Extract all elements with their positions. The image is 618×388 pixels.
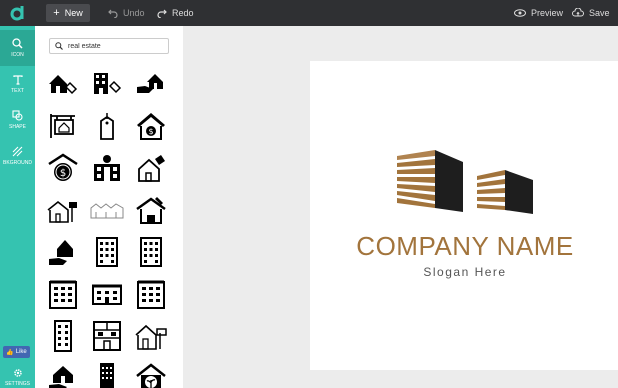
sidebar-item-icon[interactable]: ICON: [0, 30, 35, 66]
roof-dollar-coin-icon[interactable]: $: [45, 152, 81, 184]
key-tag-icon[interactable]: [89, 110, 125, 142]
sidebar-item-label: ICON: [11, 52, 24, 58]
facebook-like-button[interactable]: 👍 Like: [3, 346, 30, 358]
slogan-text[interactable]: Slogan Here: [350, 265, 580, 279]
undo-icon: [108, 9, 118, 18]
sidebar-item-background[interactable]: BKGROUND: [0, 138, 35, 174]
sidebar-item-shape[interactable]: SHAPE: [0, 102, 35, 138]
redo-button[interactable]: Redo: [157, 4, 194, 22]
text-icon: [12, 74, 23, 85]
thumbs-up-icon: 👍: [6, 349, 14, 356]
wide-building-icon[interactable]: [89, 278, 125, 310]
sidebar-item-text[interactable]: TEXT: [0, 66, 35, 102]
building-tag-icon[interactable]: [89, 68, 125, 100]
search-icon: [12, 38, 23, 49]
house-in-hand-icon[interactable]: [45, 236, 81, 268]
shop-building-icon[interactable]: [89, 320, 125, 352]
shape-icon: [12, 110, 23, 121]
new-label: New: [64, 8, 83, 18]
background-icon: [12, 146, 23, 157]
house-plant-icon[interactable]: [133, 362, 169, 388]
plus-icon: +: [53, 7, 60, 19]
new-button[interactable]: + New: [46, 4, 90, 22]
search-input[interactable]: [68, 42, 163, 50]
preview-button[interactable]: Preview: [514, 4, 563, 22]
tall-building-icon[interactable]: [133, 278, 169, 310]
sidebar-item-label: BKGROUND: [3, 160, 32, 166]
gear-icon: [13, 368, 22, 377]
townhouses-outline-icon[interactable]: [89, 194, 125, 226]
eye-icon: [514, 9, 526, 17]
preview-label: Preview: [531, 8, 564, 18]
house-sign-icon[interactable]: [45, 194, 81, 226]
tool-sidebar: ICON TEXT SHAPE BKGROUND 👍 Like SETTINGS: [0, 26, 35, 388]
house-for-sale-icon[interactable]: [133, 320, 169, 352]
house-hand-icon[interactable]: [133, 68, 169, 100]
logo-icon: [10, 6, 23, 21]
company-name-text[interactable]: COMPANY NAME: [350, 231, 580, 262]
skyscraper-icon[interactable]: [89, 362, 125, 388]
redo-icon: [157, 9, 167, 18]
narrow-building-icon[interactable]: [45, 320, 81, 352]
real-estate-sign-icon[interactable]: [45, 110, 81, 142]
undo-label: Undo: [123, 8, 145, 18]
undo-button[interactable]: Undo: [108, 4, 145, 22]
apartment-building-icon[interactable]: [89, 236, 125, 268]
house-in-hand-icon[interactable]: [45, 362, 81, 388]
company-logo-graphic[interactable]: [395, 148, 545, 218]
save-label: Save: [589, 8, 610, 18]
small-building-stripes: [477, 170, 533, 214]
house-hammer-icon[interactable]: [133, 194, 169, 226]
sidebar-item-label: SETTINGS: [4, 380, 30, 387]
design-canvas[interactable]: COMPANY NAME Slogan Here: [310, 61, 618, 370]
cloud-upload-icon: [572, 8, 584, 17]
bank-building-icon[interactable]: [89, 152, 125, 184]
app-logo[interactable]: [0, 0, 35, 26]
save-button[interactable]: Save: [572, 4, 610, 22]
icon-panel: $ $: [35, 26, 183, 388]
tall-building-icon[interactable]: [45, 278, 81, 310]
sidebar-item-label: TEXT: [11, 87, 24, 94]
like-label: Like: [15, 349, 27, 355]
sidebar-item-label: SHAPE: [9, 124, 26, 130]
search-box[interactable]: [49, 38, 169, 54]
sidebar-item-settings[interactable]: SETTINGS: [0, 366, 35, 388]
house-price-tag-icon[interactable]: [133, 152, 169, 184]
redo-label: Redo: [172, 8, 194, 18]
search-icon: [55, 42, 63, 50]
house-dollar-icon[interactable]: $: [133, 110, 169, 142]
apartment-building-icon[interactable]: [133, 236, 169, 268]
house-tag-icon[interactable]: [45, 68, 81, 100]
top-toolbar: + New Undo Redo Preview Save: [0, 0, 618, 26]
svg-text:$: $: [148, 127, 153, 136]
svg-text:$: $: [60, 168, 66, 179]
